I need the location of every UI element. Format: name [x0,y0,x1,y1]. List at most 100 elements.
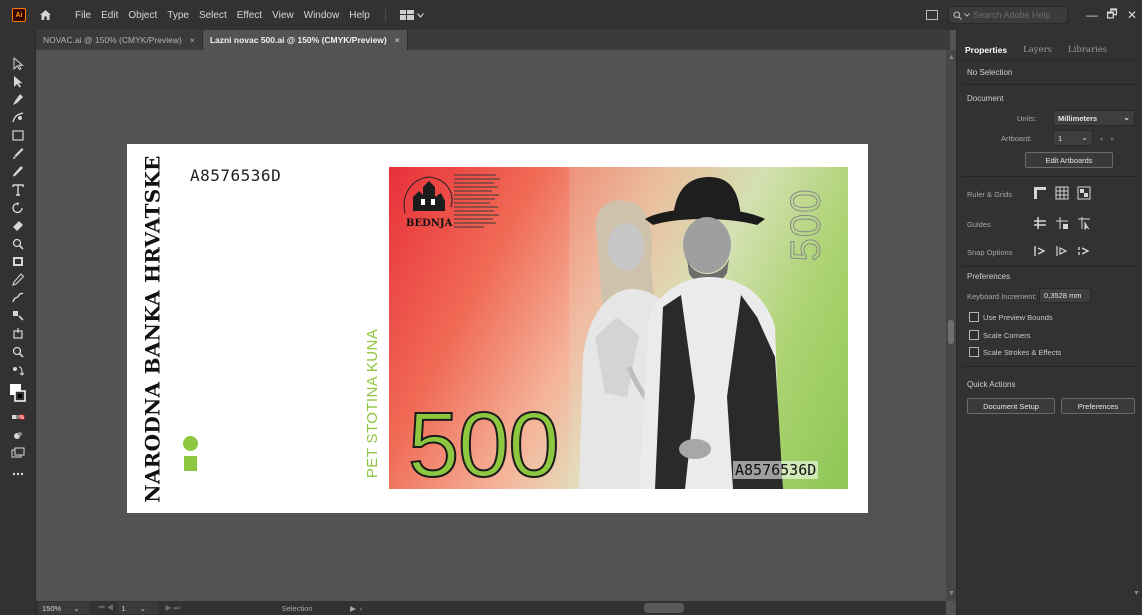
shape-builder-tool-icon[interactable] [10,272,26,286]
ruler-grids-label: Ruler & Grids [967,190,1013,199]
menu-edit[interactable]: Edit [96,10,123,21]
gradient-tool-icon[interactable] [10,290,26,304]
menu-view[interactable]: View [267,10,299,21]
grid-icon[interactable] [1055,186,1069,200]
preferences-button[interactable]: Preferences [1061,398,1135,414]
tab-lazni-novac-500[interactable]: Lazni novac 500.ai @ 150% (CMYK/Preview)… [202,30,408,50]
scale-corners-checkbox[interactable]: Scale Corners [969,330,1031,340]
show-guides-icon[interactable] [1033,216,1047,230]
panel-divider [961,84,1139,85]
more-tools-icon[interactable] [10,466,26,480]
ruler-icon[interactable] [1033,186,1047,200]
denomination-words[interactable]: PET STOTINA KUNA [360,316,386,490]
zoom-value: 150% [42,603,62,613]
checkbox-box [969,312,979,322]
tab-properties[interactable]: Properties [957,40,1015,59]
units-value: Millimeters [1058,113,1098,123]
snap-to-pixel-icon[interactable] [1055,244,1069,258]
direct-selection-tool-icon[interactable] [10,74,26,88]
menu-file[interactable]: File [70,10,96,21]
menu-select[interactable]: Select [194,10,232,21]
eraser-tool-icon[interactable] [10,218,26,232]
scroll-thumb[interactable] [948,320,954,344]
pen-tool-icon[interactable] [10,92,26,106]
tab-libraries[interactable]: Libraries [1060,40,1115,59]
green-dot-mark[interactable] [183,436,198,451]
workspace-switcher[interactable] [399,10,424,20]
fill-stroke-swatch[interactable] [10,384,26,402]
color-mode-icon[interactable] [10,410,26,424]
transparency-grid-icon[interactable] [1077,186,1091,200]
next-artboard-icon[interactable]: ▸ [1111,134,1115,143]
search-help-input[interactable]: Search Adobe Help [948,6,1068,24]
eyedropper-tool-icon[interactable] [10,308,26,322]
first-artboard-icon[interactable]: ⏮ ◀ [98,603,114,613]
vertical-scrollbar[interactable]: ▲ ▼ [946,50,956,601]
issuer-text[interactable]: NARODNA BANKA HRVATSKE [138,155,168,502]
scroll-up-icon[interactable]: ▲ [948,54,955,61]
artboard-number-select[interactable]: 1 ⌄ [117,602,158,614]
pencil-tool-icon[interactable] [10,164,26,178]
home-icon[interactable] [38,8,52,22]
keyboard-increment-input[interactable]: 0,3528 mm [1039,288,1091,303]
menu-window[interactable]: Window [299,10,345,21]
snap-to-point-icon[interactable] [1033,244,1047,258]
last-artboard-icon[interactable]: ▶ ⏭ [166,603,181,613]
curvature-tool-icon[interactable] [10,110,26,124]
symbol-sprayer-tool-icon[interactable] [10,344,26,358]
quick-actions-heading: Quick Actions [967,380,1016,389]
close-button[interactable]: ✕ [1122,8,1142,22]
emblem-caption: BEDNJA [406,218,453,229]
snap-to-glyph-icon[interactable] [1077,244,1091,258]
screen-mode-icon[interactable] [10,446,26,460]
serial-number-bottom[interactable]: A8576536D [733,461,819,479]
scale-tool-icon[interactable] [10,236,26,250]
arrange-documents-icon[interactable] [926,10,938,20]
document-setup-button[interactable]: Document Setup [967,398,1055,414]
tab-layers[interactable]: Layers [1015,40,1060,59]
document-heading: Document [967,94,1004,103]
scale-strokes-effects-checkbox[interactable]: Scale Strokes & Effects [969,347,1061,357]
artboard-select[interactable]: 1 ⌄ [1053,130,1093,146]
rotate-tool-icon[interactable] [10,200,26,214]
panel-scroll-down-icon[interactable]: ▼ [1133,590,1140,597]
smart-guides-icon[interactable] [1077,216,1091,230]
use-preview-bounds-checkbox[interactable]: Use Preview Bounds [969,312,1053,322]
blend-tool-icon[interactable] [10,326,26,340]
denomination-vertical[interactable]: 500 [782,180,830,270]
chevron-left-icon[interactable]: ‹ [360,604,363,613]
close-tab-icon[interactable]: × [395,35,400,45]
menu-object[interactable]: Object [123,10,162,21]
minimize-button[interactable]: — [1082,8,1102,22]
rectangle-tool-icon[interactable] [10,128,26,142]
previous-artboard-icon[interactable]: ◂ [1099,134,1103,143]
paintbrush-tool-icon[interactable] [10,146,26,160]
menu-type[interactable]: Type [162,10,194,21]
menu-help[interactable]: Help [344,10,375,21]
scroll-down-icon[interactable]: ▼ [948,590,955,597]
play-icon[interactable]: ▶ [350,604,356,613]
guides-label: Guides [967,220,991,229]
illustrator-logo: Ai [12,8,26,22]
menu-bar: Ai File Edit Object Type Select Effect V… [0,0,1142,30]
restore-button[interactable]: 🗗 [1102,5,1122,26]
zoom-level-select[interactable]: 150% ⌄ [38,602,90,614]
selection-tool-icon[interactable] [10,56,26,70]
type-tool-icon[interactable] [10,182,26,196]
tab-novac[interactable]: NOVAC.ai @ 150% (CMYK/Preview) × [36,30,203,50]
denomination-large[interactable]: 500 [407,398,560,492]
swap-colors-icon[interactable] [10,364,26,378]
close-tab-icon[interactable]: × [190,35,195,45]
lock-guides-icon[interactable] [1055,216,1069,230]
units-select[interactable]: Millimeters ⌄ [1053,110,1135,126]
current-tool-status: Selection [281,603,313,613]
document-tab-bar: NOVAC.ai @ 150% (CMYK/Preview) × Lazni n… [36,30,950,50]
serial-number-top[interactable]: A8576536D [190,166,281,185]
draw-mode-icon[interactable] [10,428,26,442]
green-square-mark[interactable] [184,456,197,471]
menu-effect[interactable]: Effect [232,10,267,21]
edit-artboards-button[interactable]: Edit Artboards [1025,152,1113,168]
main-menu: File Edit Object Type Select Effect View… [70,10,375,21]
width-tool-icon[interactable] [10,254,26,268]
horizontal-scroll-thumb[interactable] [644,603,684,613]
